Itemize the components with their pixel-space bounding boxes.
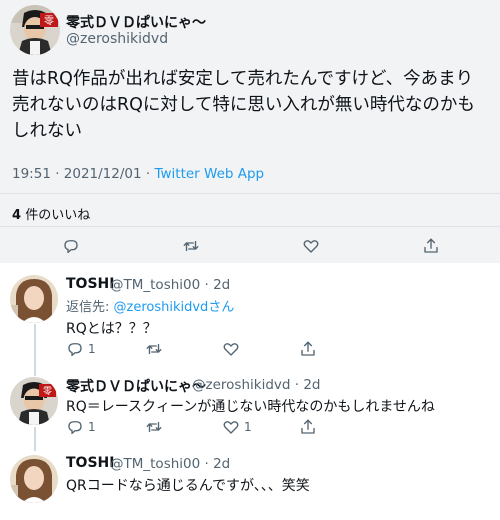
like-count: 1: [244, 420, 252, 434]
likes-label: 件のいいね: [25, 208, 91, 223]
retweet-icon[interactable]: [182, 237, 200, 255]
reply-text: RQとは？？？: [66, 321, 157, 337]
handle[interactable]: @TM_toshi00 · 2d: [110, 456, 230, 472]
like-icon[interactable]: [222, 340, 240, 358]
reply-count: 1: [88, 420, 96, 434]
timestamp[interactable]: 19:51 · 2021/12/01 ·: [12, 166, 154, 182]
replying-to: 返信先: @zeroshikidvdさん: [66, 296, 234, 315]
svg-text:零: 零: [44, 15, 54, 27]
handle[interactable]: @zeroshikidvd: [66, 31, 168, 47]
reply-icon[interactable]: [66, 418, 84, 436]
svg-text:零: 零: [43, 386, 52, 397]
replying-suffix: さん: [208, 300, 235, 315]
reply-text: RQ＝レースクィーンが通じない時代なのかもしれませんね: [66, 399, 435, 415]
handle[interactable]: @zeroshikidvd · 2d: [192, 377, 320, 393]
tweet-text: 昔はRQ作品が出れば安定して売れたんですけど、今あまり売れないのはRQに対して特…: [12, 69, 475, 141]
main-tweet: 零 零式ＤＶＤぱいにゃ〜 @zeroshikidvd 昔はRQ作品が出れば安定し…: [0, 0, 500, 263]
share-icon[interactable]: [299, 340, 317, 358]
handle[interactable]: @TM_toshi00 · 2d: [110, 277, 230, 293]
reply-text: QRコードなら通じるんですが、、、笑笑: [66, 478, 310, 494]
retweet-icon[interactable]: [145, 340, 163, 358]
replying-prefix: 返信先:: [66, 300, 114, 315]
like-icon[interactable]: [302, 237, 320, 255]
avatar[interactable]: 零: [10, 5, 60, 55]
like-icon[interactable]: [222, 418, 240, 436]
likes-summary[interactable]: 4 件のいいね: [12, 204, 90, 223]
share-icon[interactable]: [422, 237, 440, 255]
share-icon[interactable]: [299, 418, 317, 436]
thread-line: [34, 427, 36, 451]
likes-count: 4: [12, 208, 22, 223]
replying-to-link[interactable]: @zeroshikidvd: [114, 300, 209, 315]
reply-count: 1: [88, 342, 96, 356]
divider: [0, 193, 500, 194]
tweet-meta: 19:51 · 2021/12/01 · Twitter Web App: [12, 166, 264, 182]
source-link[interactable]: Twitter Web App: [154, 166, 264, 182]
thread-line: [34, 324, 36, 376]
avatar[interactable]: 零: [10, 377, 58, 425]
reply-icon[interactable]: [62, 237, 80, 255]
retweet-icon[interactable]: [145, 418, 163, 436]
display-name[interactable]: TOSHI: [66, 455, 114, 471]
display-name[interactable]: TOSHI: [66, 276, 114, 292]
display-name[interactable]: 零式ＤＶＤぱいにゃ〜: [66, 12, 206, 32]
divider: [0, 226, 500, 227]
avatar[interactable]: [10, 455, 58, 503]
display-name[interactable]: 零式ＤＶＤぱいにゃ〜: [66, 376, 206, 396]
reply-icon[interactable]: [66, 340, 84, 358]
avatar[interactable]: [10, 275, 58, 323]
